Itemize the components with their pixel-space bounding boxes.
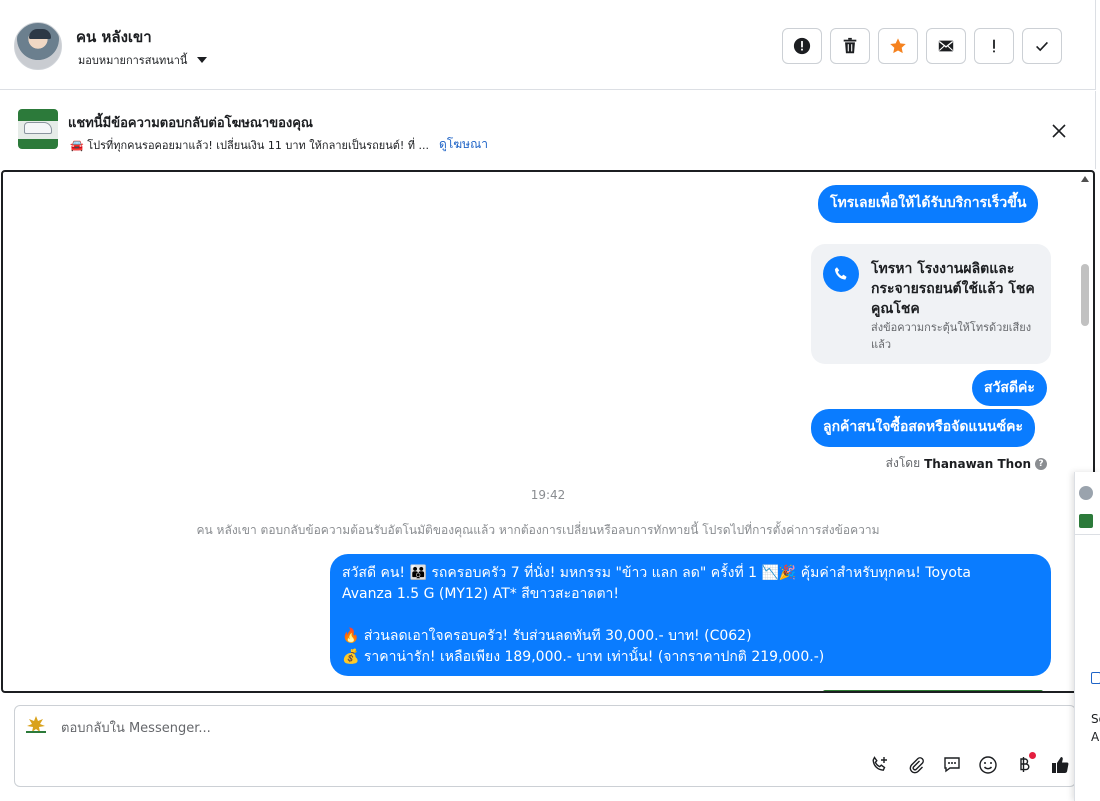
view-ad-link[interactable]: ดูโฆษณา <box>439 135 488 154</box>
side-panel-text-line: So <box>1091 712 1100 726</box>
mark-done-button[interactable] <box>1022 28 1062 64</box>
promo-line: 🔥 ส่วนลดเอาใจครอบครัว! รับส่วนลดทันที 30… <box>342 628 752 644</box>
mark-unread-button[interactable] <box>926 28 966 64</box>
sent-by-prefix: ส่งโดย <box>885 456 921 470</box>
avatar <box>1079 486 1093 500</box>
promo-line: Avanza 1.5 G (MY12) AT* สีขาวสะอาดตา! <box>342 586 620 602</box>
scroll-thumb[interactable] <box>1081 264 1089 326</box>
conversation-header: คน หลังเขา มอบหมายการสนทนานี้ <box>0 0 1096 90</box>
call-card-title: โทรหา โรงงานผลิตและกระจายรถยนต์ใช้แล้ว โ… <box>871 261 1035 317</box>
payment-button[interactable] <box>1011 752 1037 778</box>
contact-name[interactable]: คน หลังเขา <box>76 25 152 49</box>
follow-up-button[interactable] <box>974 28 1014 64</box>
notification-dot <box>1029 752 1036 759</box>
assign-label: มอบหมายการสนทนานี้ <box>78 54 188 67</box>
scroll-up-arrow-icon[interactable] <box>1081 176 1089 182</box>
mail-icon <box>938 40 954 52</box>
attach-icon <box>909 757 924 774</box>
system-notice: คน หลังเขา ตอบกลับข้อความต้อนรับอัตโนมัต… <box>196 523 880 537</box>
star-icon <box>890 38 906 54</box>
reply-composer <box>14 705 1076 787</box>
sent-by-label: ส่งโดย Thanawan Thon ? <box>886 454 1047 473</box>
add-call-icon <box>872 756 887 771</box>
ad-thumbnail <box>1079 514 1093 528</box>
like-button[interactable] <box>1047 752 1073 778</box>
phone-icon <box>823 256 859 292</box>
close-icon <box>1052 124 1066 138</box>
check-icon <box>1036 41 1048 52</box>
promo-line: 💰 ราคาน่ารัก! เหลือเพียง 189,000.- บาท เ… <box>342 649 825 665</box>
ad-banner-subtitle: 🚘 โปรที่ทุกคนรอคอยมาแล้ว! เปลี่ยนเงิน 11… <box>70 138 430 152</box>
trash-icon <box>843 37 857 54</box>
message-thread[interactable]: โทรเลยเพื่อให้ได้รับบริการเร็วขึ้น โทรหา… <box>1 170 1095 693</box>
side-panel[interactable]: So A <box>1074 472 1100 801</box>
attach-button[interactable] <box>903 752 929 778</box>
caret-down-icon <box>197 57 208 63</box>
composer-actions <box>867 752 1073 778</box>
call-prompt-card[interactable]: โทรหา โรงงานผลิตและกระจายรถยนต์ใช้แล้ว โ… <box>811 244 1051 364</box>
header-toolbar <box>782 28 1062 64</box>
report-icon <box>793 37 811 55</box>
sent-by-name: Thanawan Thon <box>924 456 1031 471</box>
report-button[interactable] <box>782 28 822 64</box>
delete-button[interactable] <box>830 28 870 64</box>
ad-thumbnail[interactable] <box>18 109 58 149</box>
close-ad-banner-button[interactable] <box>1048 120 1070 142</box>
outgoing-message[interactable]: ลูกค้าสนใจซื้อสดหรือจัดแนนซ์คะ <box>811 409 1035 447</box>
emoji-button[interactable] <box>975 752 1001 778</box>
like-icon <box>1052 757 1069 773</box>
side-panel-text: So A <box>1091 710 1100 746</box>
add-call-button[interactable] <box>867 752 893 778</box>
contact-avatar[interactable] <box>14 22 62 70</box>
exclamation-icon <box>993 39 995 53</box>
star-button[interactable] <box>878 28 918 64</box>
panel-icon <box>1091 672 1100 684</box>
ad-banner-subtitle-row: 🚘 โปรที่ทุกคนรอคอยมาแล้ว! เปลี่ยนเงิน 11… <box>70 135 488 154</box>
help-icon[interactable]: ? <box>1035 457 1047 470</box>
saved-reply-icon <box>944 757 960 773</box>
page-logo-icon <box>26 716 46 733</box>
message-timestamp: 19:42 <box>530 488 566 502</box>
ad-banner-title: แชทนี้มีข้อความตอบกลับต่อโฆษณาของคุณ <box>68 116 313 131</box>
emoji-icon <box>979 756 997 774</box>
outgoing-message[interactable]: สวัสดีค่ะ <box>972 370 1047 406</box>
reply-input[interactable] <box>61 716 661 740</box>
assign-conversation-dropdown[interactable]: มอบหมายการสนทนานี้ <box>78 51 208 69</box>
next-message-preview <box>823 690 1043 691</box>
outgoing-promo-message[interactable]: สวัสดี คน! 👪 รถครอบครัว 7 ที่นั่ง! มหกรร… <box>330 554 1051 676</box>
saved-replies-button[interactable] <box>939 752 965 778</box>
call-card-subtitle: ส่งข้อความกระตุ้นให้โทรด้วยเสียงแล้ว <box>871 321 1032 351</box>
side-panel-text-line: A <box>1091 730 1100 744</box>
outgoing-message[interactable]: โทรเลยเพื่อให้ได้รับบริการเร็วขึ้น <box>818 185 1039 223</box>
promo-line: สวัสดี คน! 👪 รถครอบครัว 7 ที่นั่ง! มหกรร… <box>342 565 972 581</box>
divider <box>1075 534 1100 535</box>
